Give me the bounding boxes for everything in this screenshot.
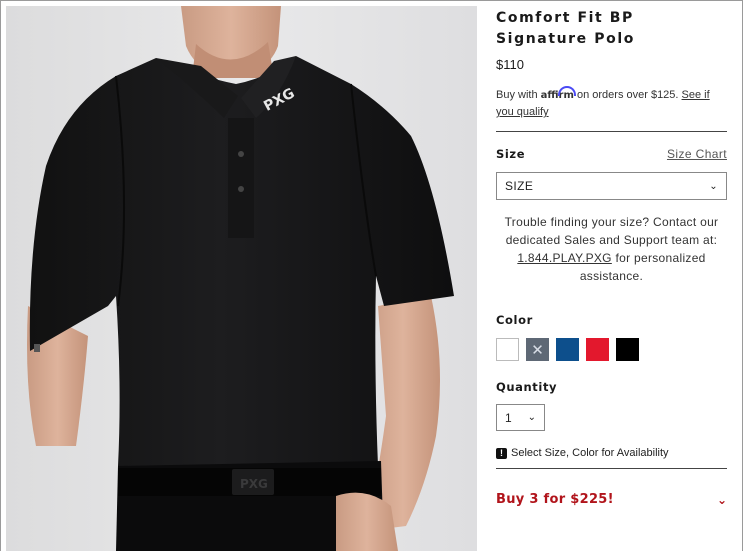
product-price: $110 <box>496 57 524 72</box>
affirm-suffix: on orders over $125. <box>576 89 679 101</box>
promo-accordion[interactable]: Buy 3 for $225! ⌄ <box>496 492 727 507</box>
swatch-navy[interactable] <box>556 338 579 361</box>
size-select[interactable]: SIZE ⌄ <box>496 172 727 200</box>
swatch-black[interactable] <box>616 338 639 361</box>
size-select-value: SIZE <box>505 179 534 193</box>
swatch-charcoal-unavailable[interactable]: ✕ <box>526 338 549 361</box>
swatch-red[interactable] <box>586 338 609 361</box>
size-label: Size <box>496 147 526 161</box>
product-image[interactable]: PXG PXG <box>6 6 477 551</box>
unavailable-cross-icon: ✕ <box>531 341 544 359</box>
alert-icon: ! <box>496 447 507 459</box>
help-text-before: Trouble finding your size? Contact our d… <box>504 215 719 247</box>
size-chart-link[interactable]: Size Chart <box>667 147 727 161</box>
color-swatches: ✕ <box>496 338 727 361</box>
quantity-select[interactable]: 1 ⌄ <box>496 404 545 431</box>
size-header: Size Size Chart <box>496 147 727 161</box>
product-title-line2: Signature Polo <box>496 31 635 47</box>
product-title-line1: Comfort Fit BP <box>496 10 634 26</box>
svg-text:PXG: PXG <box>240 477 268 491</box>
affirm-message: Buy with affirm on orders over $125. See… <box>496 87 727 120</box>
size-help-text: Trouble finding your size? Contact our d… <box>496 213 727 285</box>
color-label: Color <box>496 313 533 327</box>
divider <box>496 131 727 132</box>
promo-text: Buy 3 for $225! <box>496 492 614 507</box>
chevron-down-icon: ⌄ <box>716 492 727 507</box>
chevron-down-icon: ⌄ <box>709 180 718 192</box>
product-title: Comfort Fit BP Signature Polo <box>496 8 727 50</box>
affirm-prefix: Buy with <box>496 89 538 101</box>
availability-text: Select Size, Color for Availability <box>511 447 669 459</box>
quantity-label: Quantity <box>496 380 558 394</box>
swatch-white[interactable] <box>496 338 519 361</box>
product-details-panel: Comfort Fit BP Signature Polo $110 Buy w… <box>496 8 727 507</box>
chevron-down-icon: ⌄ <box>527 412 536 423</box>
divider <box>496 468 727 469</box>
support-phone-link[interactable]: 1.844.PLAY.PXG <box>517 251 612 265</box>
quantity-value: 1 <box>505 410 512 425</box>
availability-message: ! Select Size, Color for Availability <box>496 447 727 459</box>
affirm-logo-icon: affirm <box>540 90 574 101</box>
